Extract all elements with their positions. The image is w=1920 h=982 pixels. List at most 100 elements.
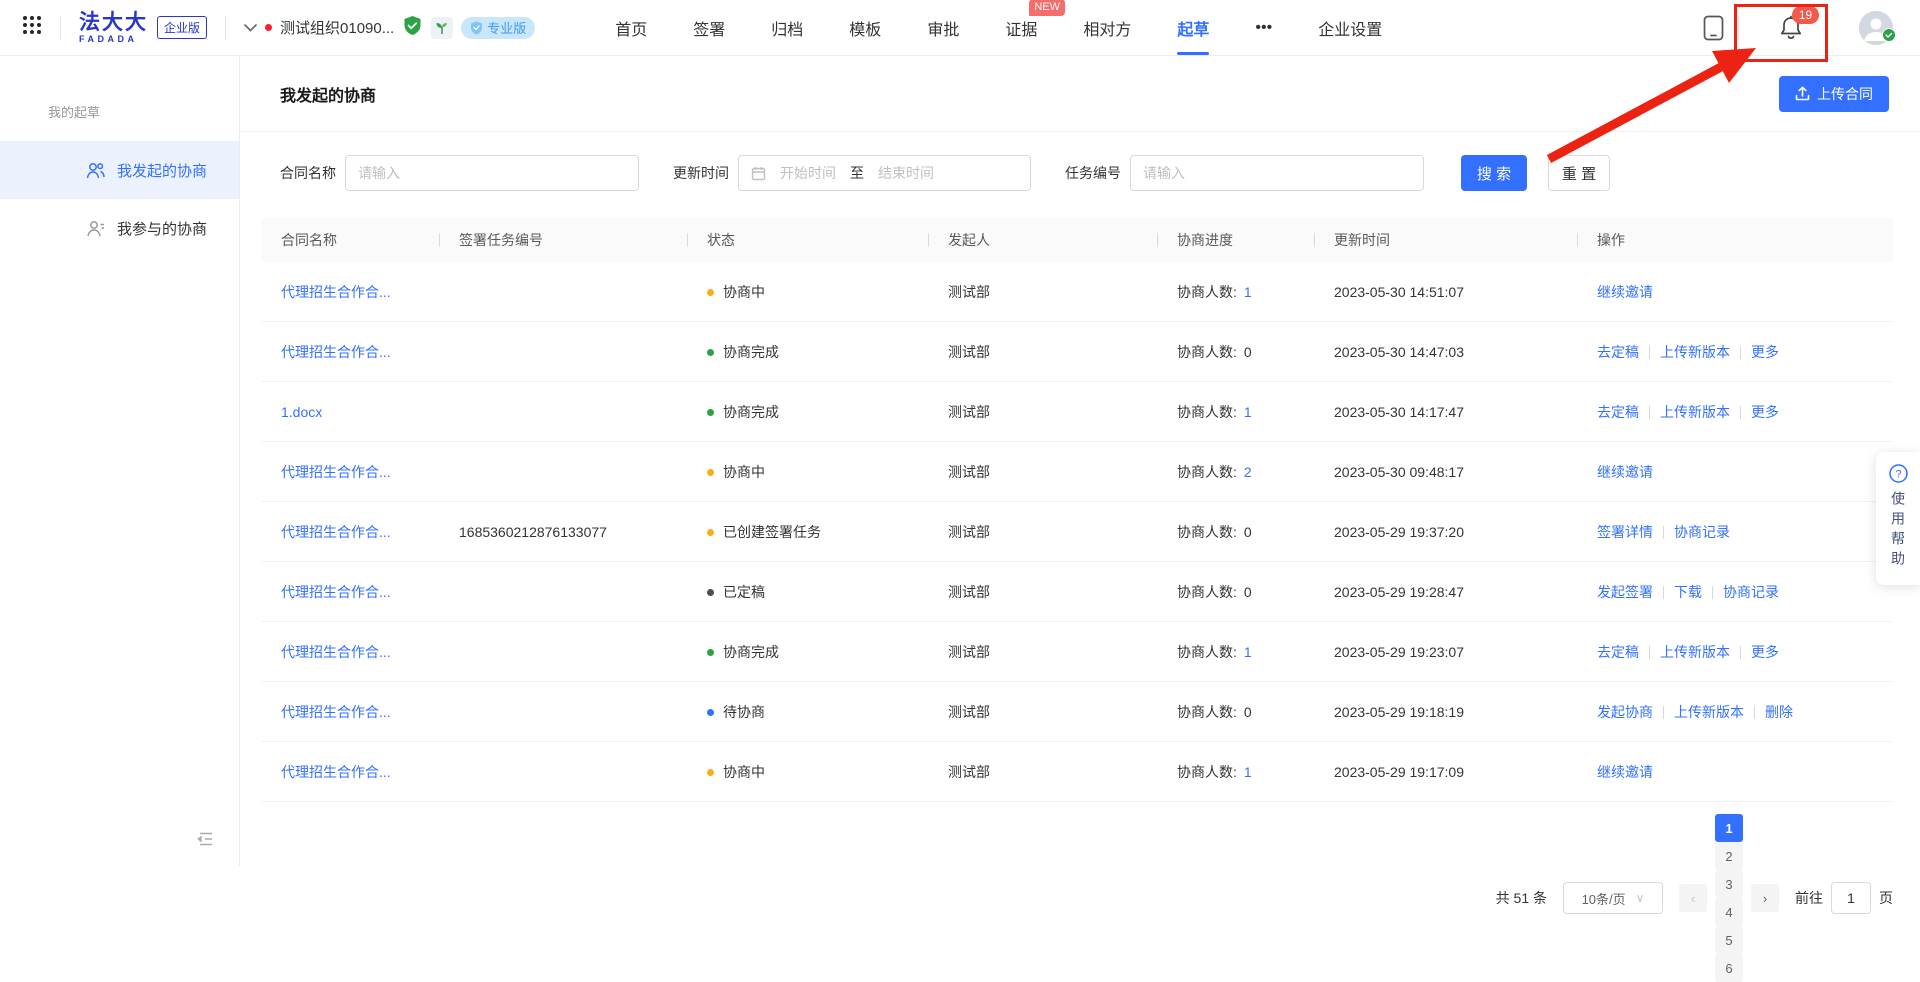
nav-item-draft[interactable]: 起草 — [1177, 16, 1209, 40]
people-icon — [86, 162, 105, 179]
page-button-5[interactable]: 5 — [1715, 926, 1743, 954]
table-body: 代理招生合作合... 协商中 测试部 协商人数:1 2023-05-30 14:… — [261, 262, 1893, 802]
goto-page-input[interactable] — [1831, 882, 1871, 914]
action-link[interactable]: 上传新版本 — [1660, 404, 1730, 420]
action-link[interactable]: 协商记录 — [1723, 584, 1779, 600]
progress-label: 协商人数: — [1177, 404, 1237, 420]
action-link[interactable]: 更多 — [1751, 344, 1779, 360]
contract-name-link[interactable]: 代理招生合作合... — [281, 584, 391, 600]
table-row: 代理招生合作合... 1685360212876133077 已创建签署任务 测… — [261, 502, 1893, 562]
nav-item-archive[interactable]: 归档 — [771, 16, 803, 40]
contract-name-link[interactable]: 代理招生合作合... — [281, 704, 391, 720]
fadada-logo[interactable]: 法大大 FADADA 企业版 — [79, 12, 207, 44]
negotiator-count: 0 — [1244, 584, 1252, 600]
page-size-select[interactable]: 10条/页 ∨ — [1563, 882, 1663, 914]
nav-item-counterparty[interactable]: 相对方 — [1083, 16, 1131, 40]
status-text: 协商完成 — [723, 644, 779, 660]
action-link[interactable]: 继续邀请 — [1597, 764, 1653, 780]
page-button-6[interactable]: 6 — [1715, 954, 1743, 982]
progress-label: 协商人数: — [1177, 464, 1237, 480]
table-row: 代理招生合作合... 协商中 测试部 协商人数:2 2023-05-30 09:… — [261, 442, 1893, 502]
contract-name-input[interactable] — [345, 155, 639, 191]
task-number-input[interactable] — [1130, 155, 1424, 191]
org-selector[interactable]: 测试组织01090... 专业版 — [244, 15, 535, 41]
status-text: 待协商 — [723, 704, 765, 720]
contract-name-link[interactable]: 代理招生合作合... — [281, 644, 391, 660]
nav-item-approval[interactable]: 审批 — [927, 16, 959, 40]
page-button-4[interactable]: 4 — [1715, 898, 1743, 926]
table-row: 代理招生合作合... 协商完成 测试部 协商人数:0 2023-05-30 14… — [261, 322, 1893, 382]
action-link[interactable]: 去定稿 — [1597, 344, 1639, 360]
contract-name-link[interactable]: 1.docx — [281, 404, 322, 420]
sidebar-item-participated-negotiations[interactable]: 我参与的协商 — [0, 199, 239, 257]
action-link[interactable]: 上传新版本 — [1660, 644, 1730, 660]
mobile-phone-icon[interactable] — [1703, 15, 1724, 41]
status-text: 协商中 — [723, 464, 765, 480]
negotiator-count[interactable]: 1 — [1244, 404, 1252, 420]
avatar[interactable] — [1859, 11, 1893, 45]
upload-contract-button[interactable]: 上传合同 — [1779, 76, 1889, 112]
help-widget[interactable]: ? 使用帮助 — [1876, 452, 1920, 585]
action-link[interactable]: 删除 — [1765, 704, 1793, 720]
search-button[interactable]: 搜 索 — [1461, 155, 1527, 191]
app-grid-icon[interactable] — [22, 15, 42, 40]
action-link[interactable]: 上传新版本 — [1660, 344, 1730, 360]
header-right: 19 — [1703, 11, 1893, 45]
contract-name-link[interactable]: 代理招生合作合... — [281, 344, 391, 360]
main-content: 我发起的协商 上传合同 合同名称 更新时间 开始时间 至 结束时间 任务编号 搜… — [240, 56, 1920, 866]
action-link[interactable]: 上传新版本 — [1674, 704, 1744, 720]
initiator: 测试部 — [928, 582, 1157, 602]
collapse-sidebar-icon[interactable] — [196, 831, 214, 852]
contract-name-link[interactable]: 代理招生合作合... — [281, 464, 391, 480]
action-link[interactable]: 发起签署 — [1597, 584, 1653, 600]
column-header-5: 更新时间 — [1314, 230, 1577, 250]
nav-item-evidence[interactable]: 证据NEW — [1005, 16, 1037, 40]
negotiator-count[interactable]: 2 — [1244, 464, 1252, 480]
action-link[interactable]: 去定稿 — [1597, 404, 1639, 420]
next-page-button[interactable]: › — [1751, 884, 1779, 912]
nav-item-template[interactable]: 模板 — [849, 16, 881, 40]
page-button-3[interactable]: 3 — [1715, 870, 1743, 898]
negotiator-count: 0 — [1244, 704, 1252, 720]
negotiator-count[interactable]: 1 — [1244, 284, 1252, 300]
contract-name-label: 合同名称 — [280, 163, 336, 183]
edition-badge: 企业版 — [157, 16, 207, 39]
prev-page-button[interactable]: ‹ — [1679, 884, 1707, 912]
top-header: 法大大 FADADA 企业版 测试组织01090... 专业版 首页 签署 归档 模板… — [0, 0, 1920, 56]
reset-button[interactable]: 重 置 — [1548, 155, 1610, 191]
status-text: 协商中 — [723, 764, 765, 780]
negotiator-count[interactable]: 1 — [1244, 644, 1252, 660]
negotiator-count[interactable]: 1 — [1244, 764, 1252, 780]
total-count: 共 51 条 — [1496, 888, 1547, 908]
initiator: 测试部 — [928, 282, 1157, 302]
date-range-picker[interactable]: 开始时间 至 结束时间 — [738, 155, 1031, 191]
action-link[interactable]: 协商记录 — [1674, 524, 1730, 540]
logo-text-en: FADADA — [79, 35, 148, 44]
org-name: 测试组织01090... — [280, 17, 394, 38]
contract-name-link[interactable]: 代理招生合作合... — [281, 764, 391, 780]
row-actions: 去定稿 上传新版本 更多 — [1577, 642, 1893, 662]
contract-name-link[interactable]: 代理招生合作合... — [281, 284, 391, 300]
initiator: 测试部 — [928, 702, 1157, 722]
notification-bell-icon[interactable]: 19 — [1779, 15, 1803, 41]
action-link[interactable]: 签署详情 — [1597, 524, 1653, 540]
action-link[interactable]: 更多 — [1751, 404, 1779, 420]
nav-item-home[interactable]: 首页 — [615, 16, 647, 40]
action-link[interactable]: 更多 — [1751, 644, 1779, 660]
action-link[interactable]: 下载 — [1674, 584, 1702, 600]
contract-name-link[interactable]: 代理招生合作合... — [281, 524, 391, 540]
action-link[interactable]: 继续邀请 — [1597, 464, 1653, 480]
action-link[interactable]: 发起协商 — [1597, 704, 1653, 720]
sidebar: 我的起草 我发起的协商 我参与的协商 — [0, 56, 240, 866]
sidebar-item-initiated-negotiations[interactable]: 我发起的协商 — [0, 141, 239, 199]
page-button-1[interactable]: 1 — [1715, 814, 1743, 842]
status-dot — [707, 529, 714, 536]
action-link[interactable]: 继续邀请 — [1597, 284, 1653, 300]
nav-item-sign[interactable]: 签署 — [693, 16, 725, 40]
update-time: 2023-05-30 09:48:17 — [1314, 464, 1577, 480]
initiator: 测试部 — [928, 522, 1157, 542]
action-link[interactable]: 去定稿 — [1597, 644, 1639, 660]
avatar-verified-icon — [1882, 28, 1896, 47]
nav-item-more[interactable]: ••• — [1255, 19, 1272, 37]
nav-item-enterprise-settings[interactable]: 企业设置 — [1318, 16, 1382, 40]
